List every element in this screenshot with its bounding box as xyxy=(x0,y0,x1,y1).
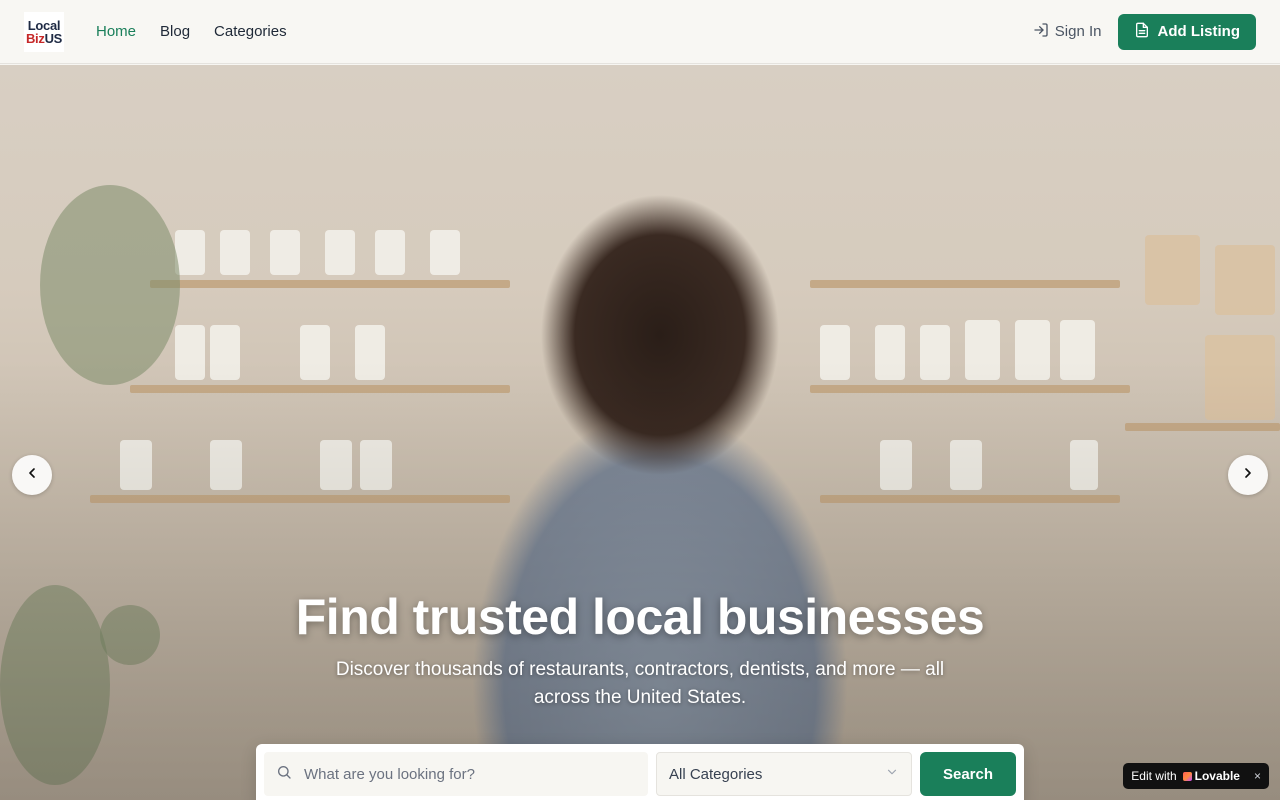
badge-prefix: Edit with xyxy=(1131,769,1177,783)
nav-categories[interactable]: Categories xyxy=(214,23,287,40)
search-input[interactable] xyxy=(304,765,636,783)
chevron-left-icon xyxy=(24,465,40,486)
main-nav: Home Blog Categories xyxy=(96,23,287,40)
category-select[interactable]: All Categories xyxy=(656,752,912,796)
search-icon xyxy=(276,764,292,785)
nav-home[interactable]: Home xyxy=(96,23,136,40)
search-button[interactable]: Search xyxy=(920,752,1016,796)
logo-biz: Biz xyxy=(25,30,45,46)
site-logo[interactable]: Local BizUS xyxy=(24,11,64,52)
lovable-logo-icon xyxy=(1182,771,1192,781)
search-bar: All Categories Search xyxy=(256,744,1024,800)
lovable-brand-label: Lovable xyxy=(1194,769,1240,783)
hero-title: Find trusted local businesses xyxy=(295,589,985,645)
nav-blog[interactable]: Blog xyxy=(160,23,190,40)
logo-us: US xyxy=(44,30,63,46)
top-navbar: Local BizUS Home Blog Categories Sign In… xyxy=(0,0,1280,64)
sign-in-button[interactable]: Sign In xyxy=(1033,22,1102,42)
logo-line-bizus: BizUS xyxy=(26,32,62,45)
header-actions: Sign In Add Listing xyxy=(1033,13,1256,50)
category-selected-value: All Categories xyxy=(669,765,763,783)
hero-carousel: Find trusted local businesses Discover t… xyxy=(0,65,1280,800)
sign-in-label: Sign In xyxy=(1054,23,1102,40)
add-listing-label: Add Listing xyxy=(1157,23,1241,40)
search-input-wrapper xyxy=(264,752,648,796)
add-listing-button[interactable]: Add Listing xyxy=(1117,13,1256,50)
edit-with-lovable-badge[interactable]: Edit with Lovable × xyxy=(1123,763,1269,789)
document-icon xyxy=(1134,22,1150,42)
carousel-next-button[interactable] xyxy=(1228,455,1268,495)
chevron-right-icon xyxy=(1240,465,1256,486)
carousel-prev-button[interactable] xyxy=(12,455,52,495)
lovable-brand: Lovable xyxy=(1182,769,1240,783)
chevron-down-icon xyxy=(885,765,899,783)
sign-in-icon xyxy=(1033,22,1049,42)
hero-subtitle: Discover thousands of restaurants, contr… xyxy=(335,659,945,708)
close-icon[interactable]: × xyxy=(1254,769,1261,783)
